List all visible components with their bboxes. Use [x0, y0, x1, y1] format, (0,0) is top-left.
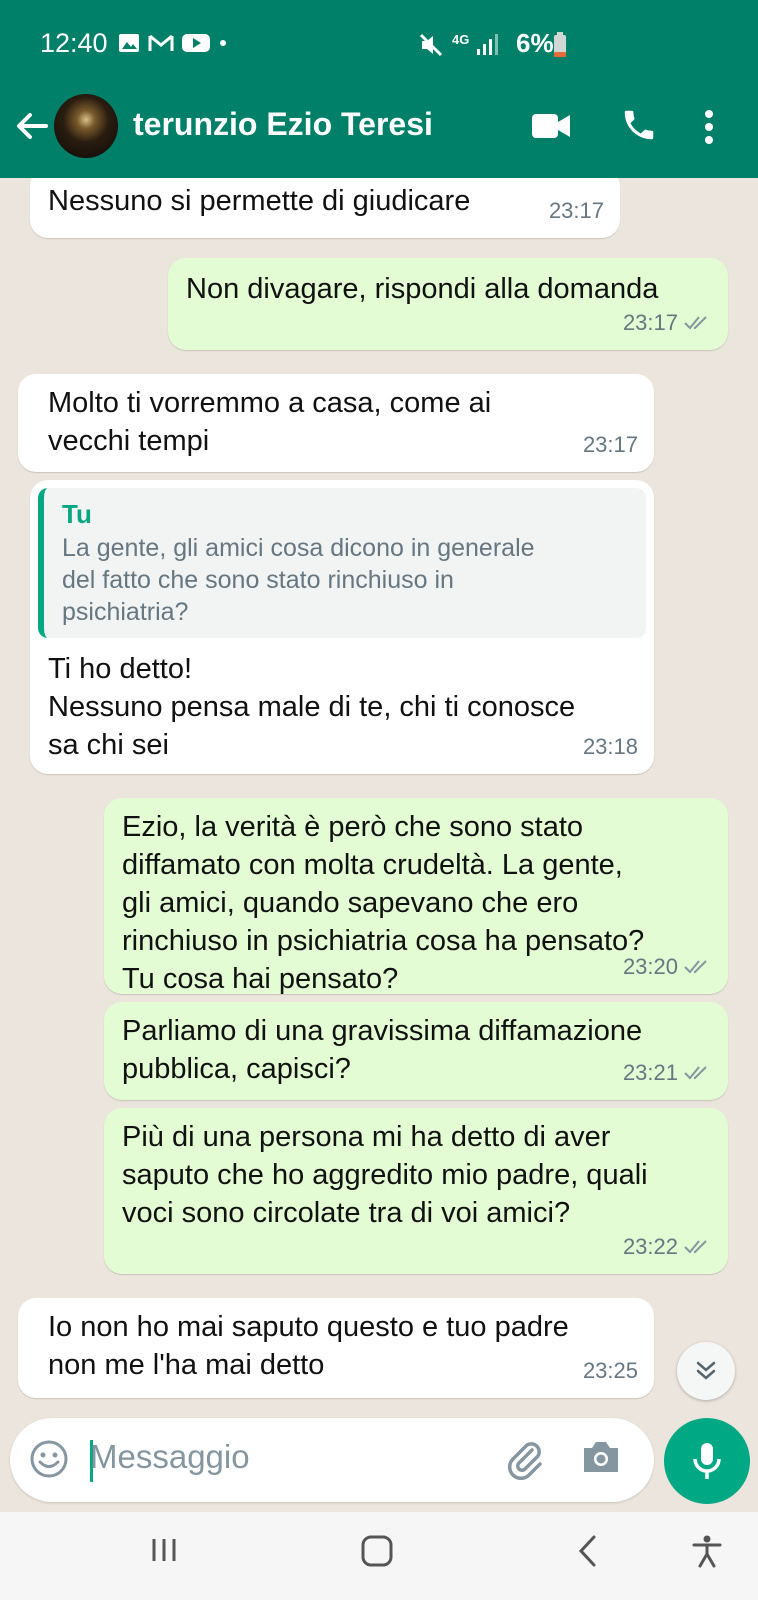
quoted-author: Tu	[62, 499, 92, 529]
accessibility-icon[interactable]	[690, 1534, 724, 1568]
message-input[interactable]: Messaggio	[90, 1438, 250, 1476]
message-meta: 23:25	[583, 1352, 638, 1390]
message-meta: 23:20	[623, 948, 712, 986]
mute-icon	[419, 33, 443, 57]
message-bubble-in[interactable]: Nessuno si permette di giudicare 23:17	[30, 178, 620, 238]
double-check-icon	[684, 1240, 707, 1254]
quoted-message[interactable]: Tu La gente, gli amici cosa dicono in ge…	[38, 488, 646, 638]
message-text: Nessuno si permette di giudicare	[48, 185, 471, 217]
home-icon[interactable]	[360, 1534, 394, 1568]
message-meta: 23:17	[583, 426, 638, 464]
camera-icon[interactable]	[580, 1438, 622, 1478]
message-meta: 23:21	[623, 1054, 712, 1092]
phone-icon[interactable]	[620, 106, 658, 144]
double-check-icon	[684, 316, 707, 330]
message-meta: 23:17	[549, 192, 604, 230]
network-type: 4G	[452, 32, 470, 47]
message-time: 23:20	[622, 954, 678, 979]
scroll-to-bottom-button[interactable]	[677, 1342, 735, 1400]
voice-message-button[interactable]	[664, 1418, 750, 1504]
chat-header: terunzio Ezio Teresi	[0, 90, 758, 178]
quoted-text: La gente, gli amici cosa dicono in gener…	[62, 534, 535, 626]
message-time: 23:17	[548, 198, 604, 223]
message-text: Molto ti vorremmo a casa, come ai vecchi…	[48, 387, 492, 457]
message-time: 23:21	[622, 1060, 678, 1085]
contact-name[interactable]: terunzio Ezio Teresi	[133, 106, 433, 143]
message-bubble-out[interactable]: Ezio, la verità è però che sono stato di…	[104, 798, 728, 995]
double-check-icon	[684, 960, 707, 974]
paperclip-icon[interactable]	[502, 1436, 546, 1480]
microphone-icon	[693, 1443, 721, 1479]
battery-percent: 6%	[516, 28, 554, 58]
more-vert-icon[interactable]	[702, 108, 716, 146]
dot-icon	[220, 40, 226, 46]
chat-list[interactable]: Nessuno si permette di giudicare 23:17 N…	[0, 178, 758, 1410]
double-check-icon	[684, 1066, 707, 1080]
message-bubble-out[interactable]: Più di una persona mi ha detto di aver s…	[104, 1108, 728, 1274]
message-time: 23:18	[582, 734, 638, 759]
message-bubble-in[interactable]: Tu La gente, gli amici cosa dicono in ge…	[30, 480, 654, 774]
signal-icon	[477, 34, 498, 55]
nav-back-icon[interactable]	[574, 1534, 602, 1568]
message-text: Non divagare, rispondi alla domanda	[186, 273, 659, 305]
double-chevron-down-icon	[696, 1361, 716, 1380]
gmail-icon	[148, 34, 174, 51]
message-time: 23:17	[582, 432, 638, 457]
status-bar: 12:40 4G 6%	[0, 0, 758, 90]
message-bubble-in[interactable]: Io non ho mai saputo questo e tuo padre …	[18, 1298, 654, 1398]
recent-apps-icon[interactable]	[148, 1534, 180, 1566]
message-text: Ti ho detto! Nessuno pensa male di te, c…	[48, 653, 576, 761]
youtube-icon	[182, 34, 210, 52]
message-bubble-out[interactable]: Parliamo di una gravissima diffamazione …	[104, 1002, 728, 1100]
notification-icons	[118, 32, 228, 54]
gallery-icon	[119, 34, 139, 52]
message-meta: 23:17	[623, 304, 712, 342]
message-composer: Messaggio	[10, 1418, 654, 1502]
message-text: Parliamo di una gravissima diffamazione …	[122, 1015, 643, 1085]
message-time: 23:17	[622, 310, 678, 335]
message-text: Più di una persona mi ha detto di aver s…	[122, 1121, 648, 1229]
system-nav-bar	[0, 1512, 758, 1600]
status-time: 12:40	[40, 28, 108, 58]
arrow-left-icon[interactable]	[12, 106, 52, 146]
message-time: 23:25	[582, 1358, 638, 1383]
message-bubble-in[interactable]: Molto ti vorremmo a casa, come ai vecchi…	[18, 374, 654, 472]
message-bubble-out[interactable]: Non divagare, rispondi alla domanda 23:1…	[168, 258, 728, 350]
battery-icon	[554, 32, 566, 57]
message-meta: 23:18	[583, 728, 638, 766]
message-meta: 23:22	[623, 1228, 712, 1266]
message-text: Io non ho mai saputo questo e tuo padre …	[48, 1311, 569, 1381]
avatar[interactable]	[54, 94, 118, 158]
message-time: 23:22	[622, 1234, 678, 1259]
message-text: Ezio, la verità è però che sono stato di…	[122, 811, 645, 995]
video-camera-icon[interactable]	[530, 110, 572, 142]
emoji-icon[interactable]	[28, 1438, 70, 1480]
